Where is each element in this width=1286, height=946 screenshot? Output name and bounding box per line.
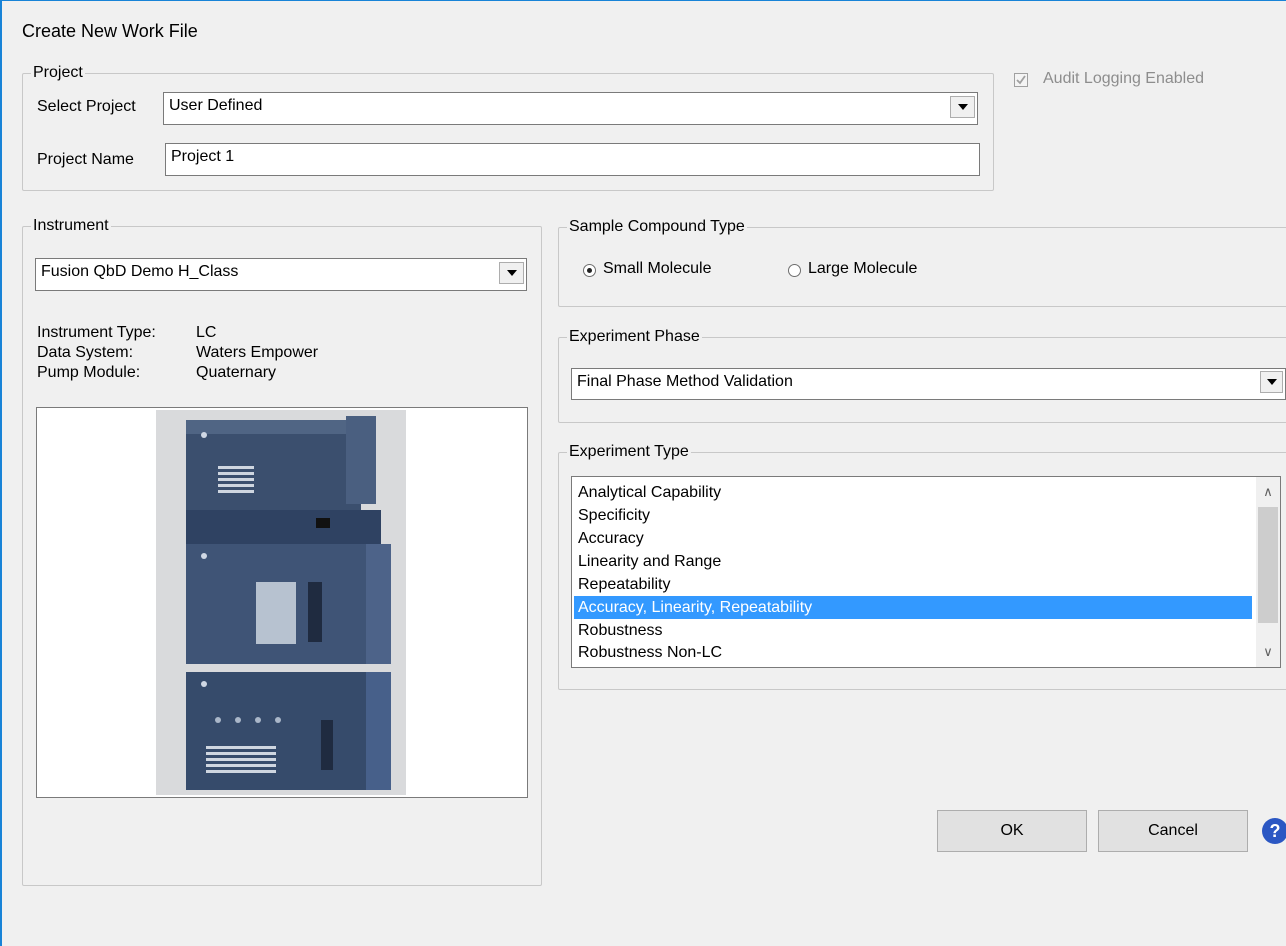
experiment-phase-legend: Experiment Phase <box>567 327 702 347</box>
instrument-type-label: Instrument Type: <box>37 324 156 341</box>
instrument-image <box>156 410 406 795</box>
chevron-down-icon <box>506 270 517 276</box>
ok-button[interactable]: OK <box>937 810 1087 852</box>
instrument-dropdown[interactable]: Fusion QbD Demo H_Class <box>35 258 527 291</box>
large-molecule-radio[interactable] <box>788 264 801 277</box>
cancel-button[interactable]: Cancel <box>1098 810 1248 852</box>
select-project-label: Select Project <box>37 98 136 115</box>
compound-type-legend: Sample Compound Type <box>567 217 747 237</box>
experiment-type-listbox[interactable]: Analytical Capability Specificity Accura… <box>571 476 1281 668</box>
small-molecule-label: Small Molecule <box>603 260 712 277</box>
help-icon[interactable]: ? <box>1262 818 1286 844</box>
list-item-selected[interactable]: Accuracy, Linearity, Repeatability <box>574 596 1252 619</box>
large-molecule-label: Large Molecule <box>808 260 918 277</box>
experiment-phase-dropdown[interactable]: Final Phase Method Validation <box>571 368 1286 400</box>
project-name-value: Project 1 <box>171 148 235 165</box>
list-item[interactable]: Analytical Capability <box>576 481 1252 504</box>
instrument-dropdown-button[interactable] <box>499 262 524 284</box>
chevron-down-icon <box>957 104 968 110</box>
small-molecule-radio[interactable] <box>583 264 596 277</box>
window-border <box>0 0 2 946</box>
instrument-selected-value: Fusion QbD Demo H_Class <box>41 263 239 280</box>
scroll-down-icon[interactable]: ∨ <box>1256 641 1280 663</box>
project-name-input[interactable]: Project 1 <box>165 143 980 176</box>
list-item[interactable]: Accuracy <box>576 527 1252 550</box>
list-item[interactable]: Robustness <box>576 619 1252 642</box>
instrument-image-frame <box>36 407 528 798</box>
instrument-type-value: LC <box>196 324 217 341</box>
scroll-up-icon[interactable]: ∧ <box>1256 481 1280 503</box>
list-item[interactable]: Repeatability <box>576 573 1252 596</box>
project-legend: Project <box>31 63 85 83</box>
experiment-phase-value: Final Phase Method Validation <box>577 373 793 390</box>
list-item[interactable]: Specificity <box>576 504 1252 527</box>
experiment-type-legend: Experiment Type <box>567 442 691 462</box>
select-project-value: User Defined <box>169 97 263 114</box>
list-scrollbar[interactable]: ∧ ∨ <box>1256 477 1280 667</box>
pump-module-value: Quaternary <box>196 364 277 381</box>
dialog-title: Create New Work File <box>22 21 198 41</box>
audit-logging-checkbox[interactable] <box>1014 73 1028 87</box>
chevron-down-icon <box>1266 379 1277 385</box>
scrollbar-thumb[interactable] <box>1258 507 1278 623</box>
audit-logging-label: Audit Logging Enabled <box>1043 70 1205 87</box>
window-border-top <box>0 0 1286 1</box>
list-item[interactable]: Robustness Non-LC <box>576 641 1252 664</box>
instrument-legend: Instrument <box>31 216 111 236</box>
list-item[interactable]: Linearity and Range <box>576 550 1252 573</box>
project-name-label: Project Name <box>37 151 134 168</box>
data-system-value: Waters Empower <box>196 344 319 361</box>
data-system-label: Data System: <box>37 344 134 361</box>
select-project-dropdown[interactable]: User Defined <box>163 92 978 125</box>
check-icon <box>1016 75 1026 85</box>
pump-module-label: Pump Module: <box>37 364 141 381</box>
select-project-dropdown-button[interactable] <box>950 96 975 118</box>
experiment-phase-dropdown-button[interactable] <box>1260 371 1283 393</box>
